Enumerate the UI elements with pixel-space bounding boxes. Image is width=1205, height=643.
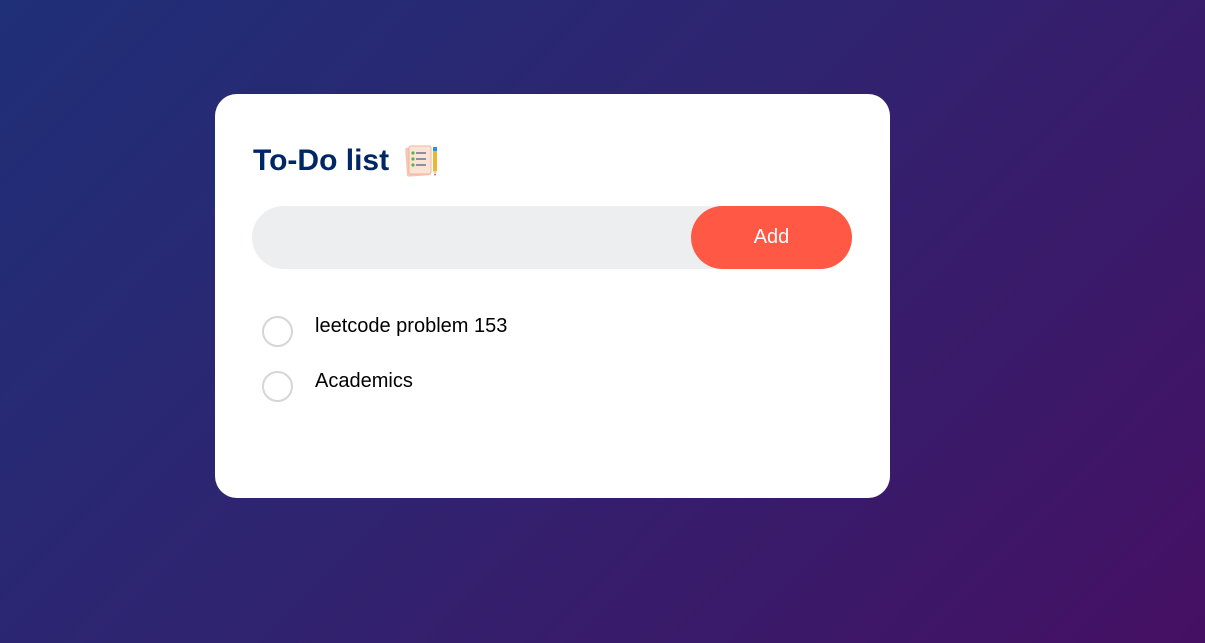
task-input-row: Add: [252, 206, 852, 271]
task-input[interactable]: [274, 206, 688, 271]
unchecked-circle-icon[interactable]: [262, 371, 293, 402]
app-title: To-Do list: [253, 144, 390, 177]
checklist-notepad-icon: [403, 144, 439, 178]
task-text: Academics: [315, 370, 413, 392]
add-button[interactable]: Add: [691, 206, 852, 269]
unchecked-circle-icon[interactable]: [262, 316, 293, 347]
todo-card: To-Do list Add leetcode problem 153 Acad…: [215, 94, 890, 498]
task-item[interactable]: Academics: [262, 369, 822, 424]
task-list: leetcode problem 153 Academics: [262, 314, 822, 424]
task-item[interactable]: leetcode problem 153: [262, 314, 822, 369]
task-text: leetcode problem 153: [315, 315, 508, 337]
title-row: To-Do list: [253, 144, 439, 178]
